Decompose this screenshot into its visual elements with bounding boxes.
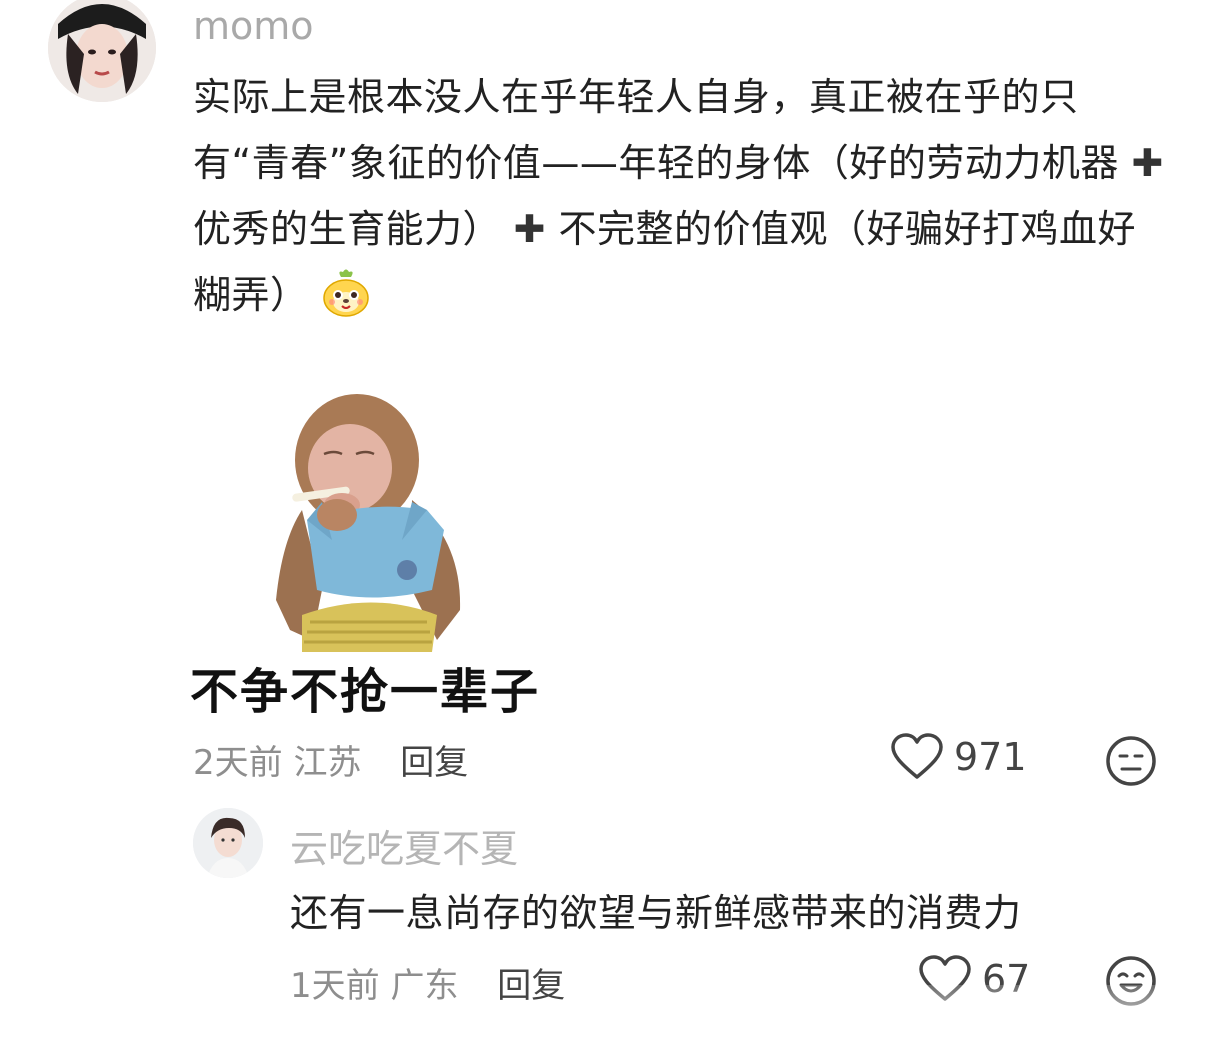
avatar[interactable]: [48, 0, 156, 102]
comment-text-part1: 实际上是根本没人在乎年轻人自身，真正被在乎的只有“青春”象征的价值——年轻的身体…: [193, 75, 1119, 185]
reaction-button[interactable]: [1105, 735, 1157, 791]
like-button[interactable]: 971: [890, 733, 1027, 781]
sticker-caption: 不争不抢一辈子: [190, 664, 541, 720]
username[interactable]: momo: [193, 4, 314, 48]
reply-location: 广东: [390, 966, 459, 1006]
monkey-sticker-image[interactable]: [262, 390, 472, 652]
bottom-fade-overlay: [880, 985, 1206, 1037]
comment-location: 江苏: [293, 743, 362, 783]
reply-reply-button[interactable]: 回复: [497, 966, 565, 1006]
reply-avatar[interactable]: [193, 808, 263, 878]
heavy-plus-sign-icon: ✚: [513, 207, 546, 251]
comment-text: 实际上是根本没人在乎年轻人自身，真正被在乎的只有“青春”象征的价值——年轻的身体…: [193, 64, 1168, 328]
comment-text-part2: 优秀的生育能力）: [193, 207, 502, 251]
reply-meta: 1天前 广东 回复: [290, 958, 565, 1007]
reply-time: 1天前: [290, 966, 380, 1006]
reply-username[interactable]: 云吃吃夏不夏: [290, 818, 518, 873]
like-count: 971: [954, 735, 1027, 779]
cute-character-emoji-icon: [321, 268, 371, 318]
user-avatar-image: [48, 0, 156, 102]
comment-time: 2天前: [193, 743, 283, 783]
heavy-plus-sign-icon: ✚: [1131, 141, 1164, 185]
comment-meta: 2天前 江苏 回复: [193, 735, 468, 784]
reply-user-avatar-image: [193, 808, 263, 878]
reply-button[interactable]: 回复: [400, 743, 468, 783]
reply-text: 还有一息尚存的欲望与新鲜感带来的消费力: [290, 891, 1022, 935]
neutral-face-icon[interactable]: [1105, 735, 1157, 787]
heart-outline-icon[interactable]: [890, 733, 944, 781]
